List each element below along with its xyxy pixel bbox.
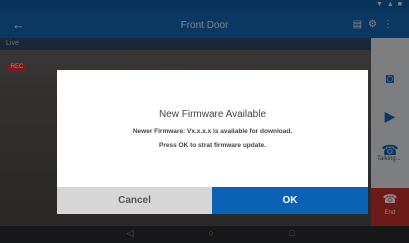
dialog-message-line2: Press OK to strat firmware update.	[159, 142, 266, 149]
dialog-title: New Firmware Available	[158, 109, 267, 120]
dialog-message-line1: Newer Firmware: Vx.x.x.x is available fo…	[132, 128, 293, 135]
cancel-button[interactable]: Cancel	[57, 187, 212, 214]
ok-button[interactable]: OK	[212, 187, 368, 214]
firmware-dialog: New Firmware Available Newer Firmware: V…	[57, 70, 368, 214]
